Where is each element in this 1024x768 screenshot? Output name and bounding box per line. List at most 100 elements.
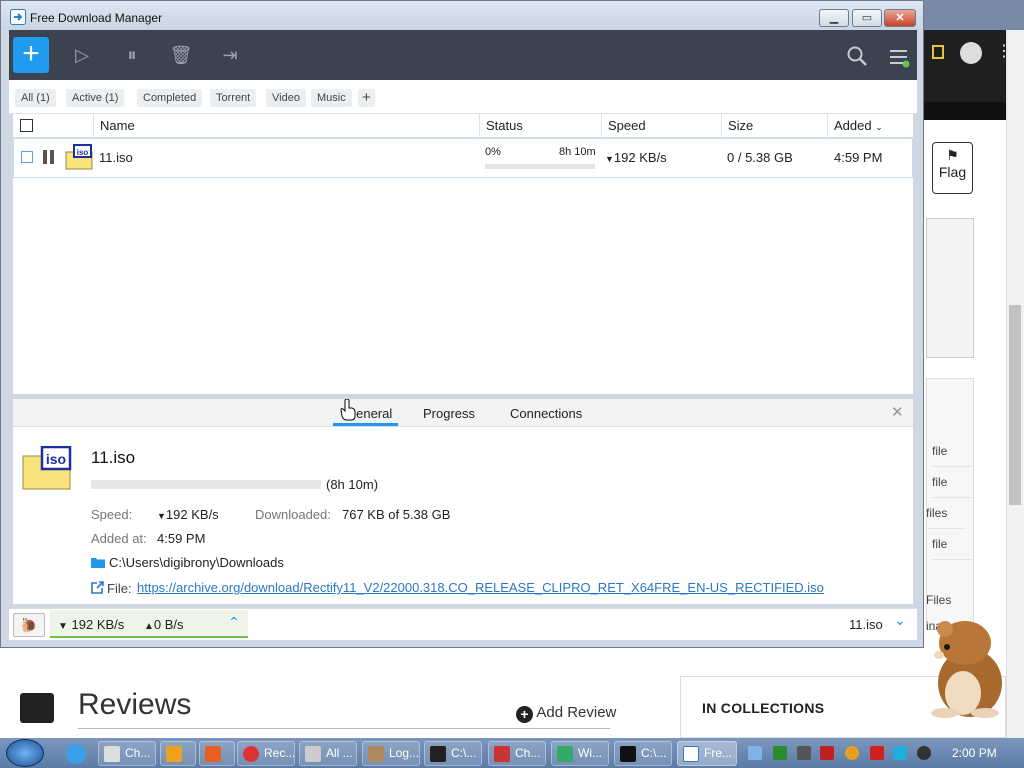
fdm-app-icon [10,9,26,25]
total-down-speed-value: 192 KB/s [71,617,125,632]
page-scrollbar-thumb[interactable] [1009,305,1021,505]
start-button[interactable] [6,739,44,767]
file-link[interactable]: file [932,537,972,560]
task-recorder[interactable]: Rec... [237,741,295,766]
task-windows[interactable]: Wi... [551,741,609,766]
ie-icon[interactable] [66,744,86,764]
task-media[interactable] [160,741,196,766]
task-label: All ... [326,746,353,760]
minimize-button[interactable]: ▁ [819,9,849,27]
chevron-down-icon[interactable]: ⌄ [894,612,906,629]
filter-video[interactable]: Video [266,89,306,107]
iso-file-large-icon: iso [22,446,72,490]
pause-icon[interactable] [42,150,56,164]
tab-connections[interactable]: Connections [510,406,582,421]
added-label: Added at: [91,531,147,546]
iso-file-icon: iso [65,144,93,170]
tray-app-icon[interactable] [893,746,907,760]
filter-completed[interactable]: Completed [137,89,203,107]
column-speed[interactable]: Speed [601,114,721,138]
task-label: Ch... [125,746,151,760]
column-added-label: Added [834,118,872,133]
task-chrome[interactable]: Ch... [98,741,156,766]
task-label: Ch... [515,746,541,760]
page-header-bar [924,102,1006,120]
sort-desc-icon: ⌄ [875,122,883,132]
filter-music[interactable]: Music [311,89,352,107]
column-size[interactable]: Size [721,114,827,138]
column-name[interactable]: Name [93,114,479,138]
down-arrow-icon: ▼ [58,621,68,632]
flag-button[interactable]: ⚑ Flag [932,142,973,194]
file-link[interactable]: files [926,506,966,529]
task-paint[interactable] [199,741,235,766]
tray-network-icon[interactable] [748,746,762,760]
details-speed-value: 192 KB/s [165,507,219,522]
file-url-link[interactable]: https://archive.org/download/Rectify11_V… [137,580,824,595]
close-window-button[interactable]: ✕ [884,9,916,27]
file-link[interactable]: file [932,475,972,498]
down-arrow-icon: ▼ [605,154,614,164]
profile-avatar-icon[interactable] [960,42,982,64]
tray-flag-icon[interactable] [870,746,884,760]
tray-app-icon[interactable] [797,746,811,760]
task-all[interactable]: All ... [299,741,357,766]
filter-torrent[interactable]: Torrent [210,89,257,107]
task-label: Log... [389,746,420,760]
task-label: Fre... [704,746,733,760]
pause-all-icon[interactable]: ⏸ [120,44,144,66]
tray-volume-icon[interactable] [917,746,931,760]
details-panel [13,399,913,604]
add-filter-button[interactable]: + [358,89,375,107]
close-details-icon[interactable]: ✕ [891,403,904,421]
add-download-button[interactable]: + [13,37,49,73]
snail-mode-button[interactable]: 🐌 [13,613,45,637]
total-up-speed: ▲0 B/s [144,617,184,632]
maximize-button[interactable]: ▭ [852,9,882,27]
file-link[interactable]: file [932,444,972,467]
tab-progress[interactable]: Progress [423,406,475,421]
column-status[interactable]: Status [479,114,601,138]
extension-icon[interactable] [932,45,944,59]
flag-label: Flag [938,164,967,180]
details-folder[interactable]: C:\Users\digibrony\Downloads [109,555,284,570]
task-fdm[interactable]: Fre... [677,741,737,766]
hand-cursor-icon [340,399,356,421]
details-downloaded: 767 KB of 5.38 GB [342,507,451,522]
download-size: 0 / 5.38 GB [727,150,793,165]
play-icon[interactable]: ▷ [70,44,94,66]
move-folder-icon[interactable]: ⇥ [218,44,242,66]
folder-icon [91,558,105,568]
task-label: C:\... [451,746,477,760]
filter-active[interactable]: Active (1) [66,89,125,107]
trash-icon[interactable]: 🗑 [169,44,193,66]
down-arrow-icon: ▼ [157,511,166,521]
download-progress-bar [485,164,595,169]
svg-text:iso: iso [46,451,66,467]
details-file-name: 11.iso [91,448,136,467]
filter-all[interactable]: All (1) [15,89,56,107]
file-link[interactable]: Files [926,593,966,615]
menu-icon[interactable] [887,46,911,68]
tray-app-icon[interactable] [845,746,859,760]
search-icon[interactable] [846,45,868,67]
row-checkbox[interactable] [21,151,33,163]
browser-toolbar: ⋮ [924,30,1012,102]
flag-icon: ⚑ [946,147,959,163]
clock[interactable]: 2:00 PM [952,746,997,760]
details-eta: (8h 10m) [326,477,379,492]
column-added[interactable]: Added ⌄ [827,114,913,138]
download-percent: 0% [485,146,501,158]
tray-app-icon[interactable] [773,746,787,760]
current-download[interactable]: 11.iso [849,617,883,632]
speed-label: Speed: [91,507,133,522]
task-cmd[interactable]: C:\... [614,741,672,766]
chevron-up-icon[interactable]: ⌃ [228,614,240,631]
add-review-button[interactable]: + Add Review [516,704,616,723]
task-7zip[interactable]: C:\... [424,741,482,766]
tray-app-icon[interactable] [820,746,834,760]
downloaded-label: Downloaded: [255,507,331,522]
select-all-checkbox[interactable] [20,119,33,132]
task-log[interactable]: Log... [362,741,420,766]
task-chrome-2[interactable]: Ch... [488,741,546,766]
